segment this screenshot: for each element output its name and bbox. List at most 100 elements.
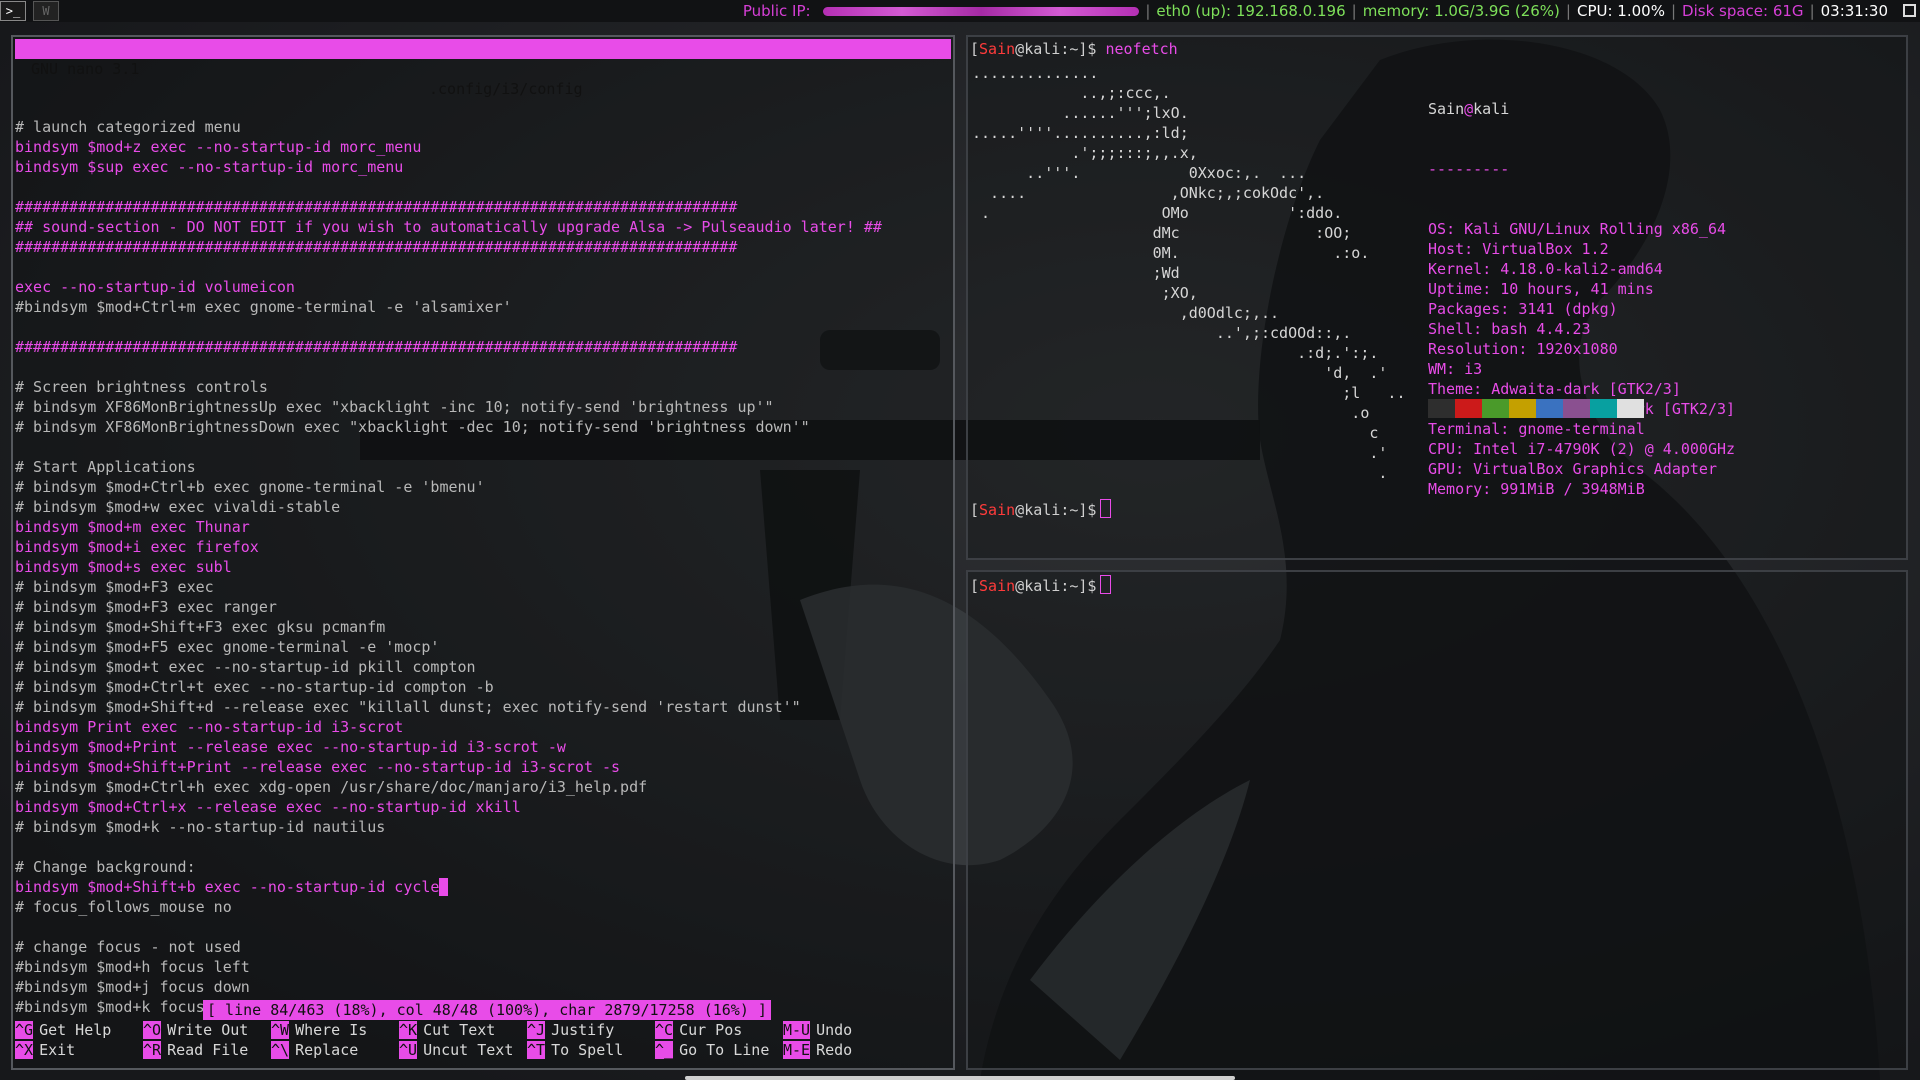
nano-line [15, 837, 882, 857]
prompt-line-active[interactable]: [Sain@kali:~]$ [970, 575, 1112, 596]
ascii-art-line: ,d0Odlc;,.. [972, 304, 1280, 322]
shortcut-key: M-U [783, 1021, 811, 1039]
color-swatch [1536, 399, 1563, 418]
nano-line: # bindsym XF86MonBrightnessUp exec "xbac… [15, 397, 882, 417]
nano-line: # Start Applications [15, 457, 882, 477]
nano-line-text: # bindsym $mod+F3 exec ranger [15, 598, 277, 616]
prompt-line-active[interactable]: [Sain@kali:~]$ [970, 499, 1112, 520]
nano-line: # Screen brightness controls [15, 377, 882, 397]
info-key: Uptime [1428, 280, 1483, 298]
info-separator: : [1500, 300, 1519, 318]
ascii-art-line: ;Wd [972, 264, 1180, 282]
nano-line-text: # bindsym $mod+Ctrl+b exec gnome-termina… [15, 478, 485, 496]
nano-line: # bindsym $mod+t exec --no-startup-id pk… [15, 657, 882, 677]
shortcut-label: Redo [816, 1041, 853, 1059]
nano-line: ########################################… [15, 237, 882, 257]
shortcut-key: ^U [399, 1041, 418, 1059]
ascii-art-line: .....''''..........,:ld; [972, 124, 1189, 142]
info-value: gnome-terminal [1518, 420, 1645, 438]
shortcut-key: ^W [271, 1021, 290, 1039]
info-value: 10 hours, 41 mins [1500, 280, 1654, 298]
nano-shortcut[interactable]: M-U Undo [783, 1020, 913, 1040]
nano-line: #bindsym $mod+Ctrl+m exec gnome-terminal… [15, 297, 882, 317]
nano-shortcut[interactable]: ^G Get Help [15, 1020, 145, 1040]
nano-line [15, 257, 882, 277]
shortcut-label: Get Help [39, 1021, 112, 1039]
nano-line-text: # bindsym $mod+Shift+F3 exec gksu pcmanf… [15, 618, 386, 636]
color-swatch [1509, 399, 1536, 418]
shortcut-label: Exit [39, 1041, 76, 1059]
nano-line: bindsym $sup exec --no-startup-id morc_m… [15, 157, 882, 177]
info-value: VirtualBox 1.2 [1482, 240, 1609, 258]
nano-shortcut[interactable]: ^R Read File [143, 1040, 273, 1060]
nano-line-text: # bindsym $mod+Ctrl+h exec xdg-open /usr… [15, 778, 648, 796]
ascii-art-line: ..'''. 0Xxoc:,. ... [972, 164, 1307, 182]
info-separator: : [1464, 240, 1483, 258]
info-value: Adwaita-dark [GTK2/3] [1491, 380, 1681, 398]
nano-line-text: #bindsym $mod+j focus down [15, 978, 250, 996]
nano-line: bindsym Print exec --no-startup-id i3-sc… [15, 717, 882, 737]
nano-line-text: ########################################… [15, 238, 738, 256]
ascii-art-line: ......''';lxO. [972, 104, 1189, 122]
nano-line: bindsym $mod+z exec --no-startup-id morc… [15, 137, 882, 157]
public-ip-label: Public IP: [742, 2, 811, 20]
nano-shortcut[interactable]: ^J Justify [527, 1020, 657, 1040]
nano-shortcut[interactable]: M-E Redo [783, 1040, 913, 1060]
tray-window-icon[interactable] [1903, 4, 1916, 17]
nano-shortcut[interactable]: ^O Write Out [143, 1020, 273, 1040]
nano-editor-window[interactable]: GNU nano 3.1 .config/i3/config # launch … [11, 35, 955, 1070]
nano-text-buffer[interactable]: # launch categorized menu bindsym $mod+z … [15, 97, 882, 1017]
ascii-art-line: dMc :OO; [972, 224, 1352, 242]
nano-shortcut[interactable]: ^_ Go To Line [655, 1040, 785, 1060]
terminal-window[interactable]: [Sain@kali:~]$ [966, 570, 1908, 1070]
nano-shortcut[interactable]: ^\ Replace [271, 1040, 401, 1060]
info-value: VirtualBox Graphics Adapter [1473, 460, 1717, 478]
shortcut-key: ^T [527, 1041, 546, 1059]
bottom-indicator [685, 1076, 1235, 1080]
info-row: Shell: bash 4.4.23 [1428, 319, 1735, 339]
nano-shortcut[interactable]: ^K Cut Text [399, 1020, 529, 1040]
info-row: Terminal: gnome-terminal [1428, 419, 1735, 439]
nano-version: GNU nano 3.1 [31, 60, 140, 78]
nano-shortcut[interactable]: ^C Cur Pos [655, 1020, 785, 1040]
info-row: GPU: VirtualBox Graphics Adapter [1428, 459, 1735, 479]
ascii-art-line: ;XO, [972, 284, 1198, 302]
prompt-line: [Sain@kali:~]$ neofetch [970, 40, 1178, 58]
nano-line: bindsym $mod+Ctrl+x --release exec --no-… [15, 797, 882, 817]
nano-line: bindsym $mod+i exec firefox [15, 537, 882, 557]
nano-shortcut[interactable]: ^T To Spell [527, 1040, 657, 1060]
info-rows: OS: Kali GNU/Linux Rolling x86_64 Host: V… [1428, 219, 1735, 498]
nano-line: # change focus - not used [15, 937, 882, 957]
nano-shortcut[interactable]: ^W Where Is [271, 1020, 401, 1040]
color-swatch [1455, 399, 1482, 418]
nano-line: # bindsym $mod+Shift+F3 exec gksu pcmanf… [15, 617, 882, 637]
info-value: Intel i7-4790K (2) @ 4.000GHz [1473, 440, 1736, 458]
kali-ascii-logo: .............. ..,;:ccc,. ......''';lxO.… [972, 63, 1405, 483]
shortcut-label: To Spell [551, 1041, 624, 1059]
color-swatches [1428, 399, 1644, 418]
prompt-host: kali [1024, 40, 1061, 58]
color-swatch [1482, 399, 1509, 418]
prompt-user: Sain [979, 501, 1016, 519]
nano-shortcut[interactable]: ^U Uncut Text [399, 1040, 529, 1060]
nano-line-text: # bindsym XF86MonBrightnessDown exec "xb… [15, 418, 810, 436]
nano-line: bindsym $mod+Print --release exec --no-s… [15, 737, 882, 757]
nano-line: # bindsym $mod+F3 exec ranger [15, 597, 882, 617]
shortcut-key: M-E [783, 1041, 811, 1059]
shortcut-key: ^K [399, 1021, 418, 1039]
workspace-terminal-button[interactable]: >_ [0, 1, 26, 21]
nano-line: # bindsym $mod+F5 exec gnome-terminal -e… [15, 637, 882, 657]
nano-line-text: ########################################… [15, 198, 738, 216]
shortcut-key: ^R [143, 1041, 162, 1059]
info-separator: : [1473, 320, 1492, 338]
info-key: Theme [1428, 380, 1474, 398]
nano-shortcut[interactable]: ^X Exit [15, 1040, 145, 1060]
shortcut-key: ^X [15, 1041, 34, 1059]
ascii-art-line: .... ,ONkc;,;cokOdc',. [972, 184, 1325, 202]
workspace-w-button[interactable]: W [33, 1, 59, 21]
neofetch-terminal-window[interactable]: [Sain@kali:~]$ neofetch .............. .… [966, 35, 1908, 560]
ascii-art-line: c [972, 424, 1379, 442]
info-row: Resolution: 1920x1080 [1428, 339, 1735, 359]
ascii-art-line: . [972, 464, 1388, 482]
text-cursor [1100, 575, 1112, 594]
